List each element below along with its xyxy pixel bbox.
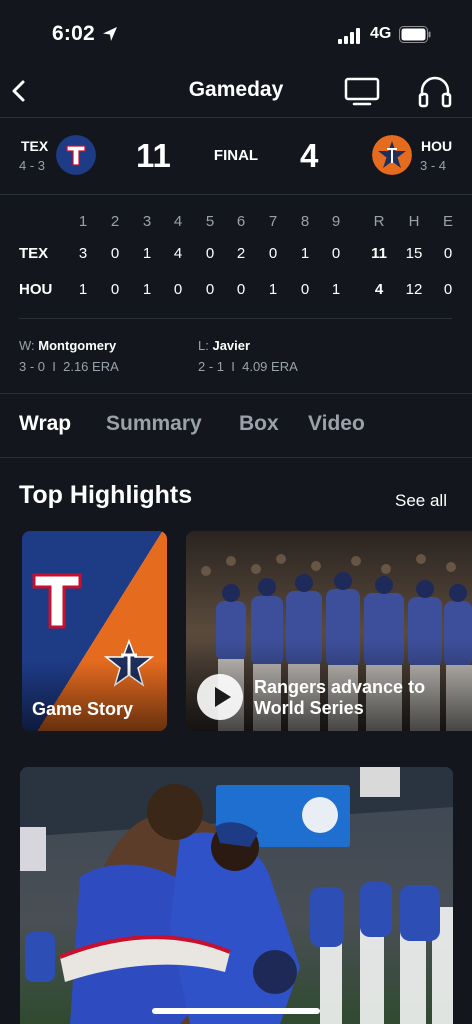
linescore-cell: 0 [110, 245, 120, 262]
linescore-cell: 1 [142, 245, 152, 262]
inning-header: 3 [142, 213, 152, 230]
win-pitcher-name: Montgomery [38, 338, 117, 353]
linescore-runs: 11 [371, 245, 387, 262]
home-indicator [152, 1008, 320, 1014]
errors-header: E [442, 213, 453, 230]
linescore-team: HOU [19, 281, 53, 298]
linescore-errors: 0 [443, 281, 453, 298]
inning-header: 4 [173, 213, 183, 230]
card-label: Rangers advance to World Series [254, 677, 425, 719]
win-record: 3 - 0 [19, 359, 46, 374]
linescore-hits: 15 [405, 245, 423, 262]
inning-header: 8 [300, 213, 310, 230]
inning-header: 6 [236, 213, 246, 230]
home-team-record: 3 - 4 [420, 158, 447, 173]
linescore-cell: 3 [78, 245, 88, 262]
linescore-cell: 0 [300, 281, 310, 298]
winning-pitcher-stats: 3 - 0 I 2.16 ERA [19, 359, 119, 374]
scoreboard: TEX 4 - 3 11 FINAL 4 HOU 3 - 4 [0, 118, 472, 194]
linescore-table: 1 2 3 4 5 6 7 8 9 R H E TEX 3 0 1 4 0 2 … [0, 194, 472, 324]
rangers-t-logo [32, 573, 82, 629]
stat-separator: I [52, 359, 56, 374]
linescore-cell: 0 [268, 245, 278, 262]
linescore-cell: 1 [268, 281, 278, 298]
win-prefix: W: [19, 338, 35, 353]
linescore-cell: 1 [78, 281, 88, 298]
loss-era: 4.09 ERA [242, 359, 298, 374]
card-label: Game Story [32, 699, 134, 719]
inning-header: 7 [268, 213, 278, 230]
tv-icon[interactable] [344, 76, 380, 106]
network-type: 4G [370, 25, 392, 42]
tab-wrap[interactable]: Wrap [19, 412, 71, 436]
status-time: 6:02 [52, 22, 95, 45]
linescore-cell: 4 [173, 245, 183, 262]
page-title: Gameday [188, 78, 284, 101]
loss-record: 2 - 1 [198, 359, 225, 374]
tab-video[interactable]: Video [308, 412, 365, 436]
linescore-hits: 12 [405, 281, 423, 298]
linescore-cell: 0 [205, 245, 215, 262]
play-icon[interactable] [196, 673, 244, 721]
home-team-abbr: HOU [421, 138, 453, 154]
linescore-cell: 1 [300, 245, 310, 262]
card-label-line: Rangers advance to [254, 677, 426, 697]
tab-box[interactable]: Box [239, 412, 279, 436]
tab-summary[interactable]: Summary [106, 412, 202, 436]
headphones-icon[interactable] [417, 74, 453, 108]
inning-header: 9 [331, 213, 341, 230]
loss-prefix: L: [198, 338, 209, 353]
hits-header: H [408, 213, 420, 230]
nav-bar: Gameday [0, 70, 472, 118]
winning-pitcher: W: Montgomery [19, 338, 116, 353]
card-shade [22, 661, 167, 731]
home-score: 4 [300, 137, 319, 174]
divider [0, 457, 472, 458]
linescore-errors: 0 [443, 245, 453, 262]
location-arrow-icon [103, 27, 117, 41]
players-embrace-photo [20, 767, 453, 1024]
linescore-cell: 0 [331, 245, 341, 262]
losing-pitcher: L: Javier [198, 338, 250, 353]
divider [19, 318, 452, 319]
linescore-cell: 0 [205, 281, 215, 298]
win-era: 2.16 ERA [63, 359, 119, 374]
runs-header: R [373, 213, 385, 230]
inning-header: 2 [110, 213, 120, 230]
section-title: Top Highlights [19, 481, 193, 509]
linescore-cell: 0 [173, 281, 183, 298]
card-label-line: World Series [254, 698, 364, 718]
stat-separator: I [231, 359, 235, 374]
status-bar: 6:02 4G [0, 0, 472, 70]
linescore-cell: 0 [110, 281, 120, 298]
cellular-signal-icon [338, 28, 360, 44]
content-tabs: Wrap Summary Box Video [0, 394, 472, 458]
inning-header: 1 [78, 213, 88, 230]
loss-pitcher-name: Javier [212, 338, 251, 353]
highlight-card-rangers-advance[interactable]: Rangers advance to World Series [186, 531, 472, 731]
linescore-runs: 4 [374, 281, 384, 298]
linescore-cell: 1 [142, 281, 152, 298]
featured-photo[interactable] [20, 767, 453, 1024]
see-all-link[interactable]: See all [395, 491, 447, 511]
pitchers-of-record: W: Montgomery 3 - 0 I 2.16 ERA L: Javier… [0, 336, 472, 384]
battery-icon [399, 26, 431, 43]
highlight-card-game-story[interactable]: Game Story [22, 531, 167, 731]
linescore-cell: 0 [236, 281, 246, 298]
linescore-cell: 1 [331, 281, 341, 298]
losing-pitcher-stats: 2 - 1 I 4.09 ERA [198, 359, 298, 374]
linescore-team: TEX [19, 245, 49, 262]
astros-logo [372, 135, 412, 175]
linescore-cell: 2 [236, 245, 246, 262]
inning-header: 5 [205, 213, 215, 230]
